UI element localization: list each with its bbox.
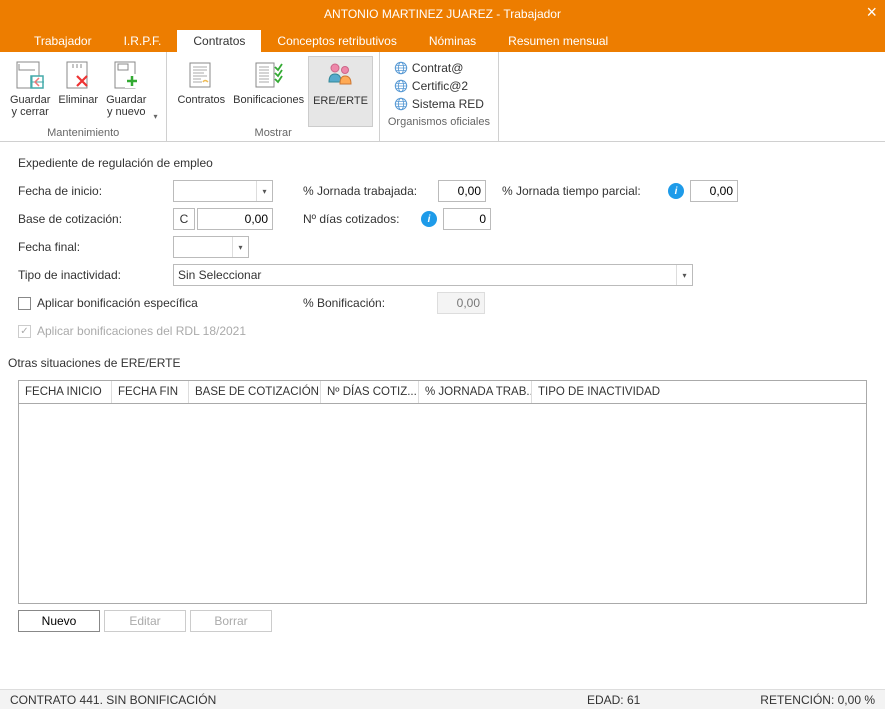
dropdown-icon[interactable]: ▾ xyxy=(232,237,248,257)
tab-irpf[interactable]: I.R.P.F. xyxy=(108,30,178,52)
jornada-trabajada-field[interactable] xyxy=(438,180,486,202)
bonificaciones-button[interactable]: Bonificaciones xyxy=(229,56,308,127)
aplicar-bonif-especifica-checkbox[interactable] xyxy=(18,297,31,310)
tab-conceptos[interactable]: Conceptos retributivos xyxy=(261,30,412,52)
aplicar-bonif-especifica-label: Aplicar bonificación específica xyxy=(37,296,198,310)
content-area: Expediente de regulación de empleo Fecha… xyxy=(0,142,885,632)
certifica-link[interactable]: Certific@2 xyxy=(394,78,484,94)
tab-trabajador[interactable]: Trabajador xyxy=(18,30,108,52)
fecha-inicio-label: Fecha de inicio: xyxy=(18,184,173,198)
status-retencion: RETENCIÓN: 0,00 % xyxy=(760,693,875,707)
status-contrato: CONTRATO 441. SIN BONIFICACIÓN xyxy=(10,693,216,707)
base-cotizacion-field[interactable] xyxy=(197,208,273,230)
globe-icon xyxy=(394,61,408,75)
group-label-mostrar: Mostrar xyxy=(173,127,372,140)
guardar-nuevo-dropdown[interactable]: ▾ xyxy=(150,56,160,127)
ere-erte-button[interactable]: ERE/ERTE xyxy=(308,56,373,127)
col-dias-cotiz[interactable]: Nº DÍAS COTIZ... xyxy=(321,381,419,403)
dropdown-icon[interactable]: ▾ xyxy=(676,265,692,285)
jornada-parcial-field[interactable] xyxy=(690,180,738,202)
bonificaciones-label: Bonificaciones xyxy=(233,94,304,106)
group-label-mantenimiento: Mantenimiento xyxy=(6,127,160,140)
col-fecha-inicio[interactable]: FECHA INICIO xyxy=(19,381,112,403)
bonificacion-field xyxy=(437,292,485,314)
tab-bar: Trabajador I.R.P.F. Contratos Conceptos … xyxy=(0,28,885,52)
ere-label: ERE/ERTE xyxy=(313,95,368,107)
editar-button: Editar xyxy=(104,610,186,632)
ribbon-group-organismos: Contrat@ Certific@2 Sistema RED Organism… xyxy=(380,52,499,141)
certifica-label: Certific@2 xyxy=(412,79,468,93)
section-title-expediente: Expediente de regulación de empleo xyxy=(18,156,867,170)
aplicar-bonif-rdl-label: Aplicar bonificaciones del RDL 18/2021 xyxy=(37,324,246,338)
save-new-icon xyxy=(109,58,143,92)
status-edad: EDAD: 61 xyxy=(587,693,640,707)
guardar-nuevo-label: Guardar y nuevo xyxy=(106,94,146,118)
ere-icon xyxy=(324,59,358,93)
group-label-organismos: Organismos oficiales xyxy=(386,116,492,129)
tipo-inactividad-label: Tipo de inactividad: xyxy=(18,268,173,282)
jornada-parcial-label: % Jornada tiempo parcial: xyxy=(502,184,662,198)
ribbon: Guardar y cerrar Eliminar Guardar y nuev… xyxy=(0,52,885,142)
col-jornada-trab[interactable]: % JORNADA TRAB... xyxy=(419,381,532,403)
aplicar-bonif-rdl-checkbox: ✓ xyxy=(18,325,31,338)
calc-button[interactable]: C xyxy=(173,208,195,230)
guardar-nuevo-button[interactable]: Guardar y nuevo xyxy=(102,56,150,127)
eliminar-button[interactable]: Eliminar xyxy=(54,56,102,127)
contratos-label: Contratos xyxy=(177,94,225,106)
close-icon[interactable]: × xyxy=(866,2,877,23)
dropdown-icon[interactable]: ▾ xyxy=(256,181,272,201)
status-bar: CONTRATO 441. SIN BONIFICACIÓN EDAD: 61 … xyxy=(0,689,885,709)
eliminar-label: Eliminar xyxy=(58,94,98,106)
tab-contratos[interactable]: Contratos xyxy=(177,30,261,52)
bonificacion-label: % Bonificación: xyxy=(303,296,403,310)
situaciones-grid[interactable]: FECHA INICIO FECHA FIN BASE DE COTIZACIÓ… xyxy=(18,380,867,604)
tipo-inactividad-field[interactable]: Sin Seleccionar ▾ xyxy=(173,264,693,286)
tab-nominas[interactable]: Nóminas xyxy=(413,30,492,52)
sistema-red-label: Sistema RED xyxy=(412,97,484,111)
contrata-label: Contrat@ xyxy=(412,61,464,75)
sistema-red-link[interactable]: Sistema RED xyxy=(394,96,484,112)
save-close-icon xyxy=(13,58,47,92)
bonificaciones-icon xyxy=(252,58,286,92)
globe-icon xyxy=(394,79,408,93)
col-base-cotizacion[interactable]: BASE DE COTIZACIÓN xyxy=(189,381,321,403)
info-icon[interactable]: i xyxy=(668,183,684,199)
info-icon[interactable]: i xyxy=(421,211,437,227)
tipo-inactividad-value: Sin Seleccionar xyxy=(174,268,676,282)
grid-header: FECHA INICIO FECHA FIN BASE DE COTIZACIÓ… xyxy=(19,381,866,404)
ribbon-group-mostrar: Contratos Bonificaciones ERE/ERTE Mostra… xyxy=(167,52,379,141)
jornada-trabajada-label: % Jornada trabajada: xyxy=(303,184,438,198)
globe-icon xyxy=(394,97,408,111)
window-title: ANTONIO MARTINEZ JUAREZ - Trabajador xyxy=(324,7,561,21)
base-cotizacion-label: Base de cotización: xyxy=(18,212,173,226)
delete-icon xyxy=(61,58,95,92)
fecha-final-label: Fecha final: xyxy=(18,240,173,254)
guardar-cerrar-button[interactable]: Guardar y cerrar xyxy=(6,56,54,127)
contratos-icon xyxy=(184,58,218,92)
contrata-link[interactable]: Contrat@ xyxy=(394,60,484,76)
borrar-button: Borrar xyxy=(190,610,272,632)
contratos-button[interactable]: Contratos xyxy=(173,56,229,127)
fecha-final-field[interactable]: ▾ xyxy=(173,236,249,258)
section-title-otras: Otras situaciones de ERE/ERTE xyxy=(8,356,867,370)
guardar-cerrar-label: Guardar y cerrar xyxy=(10,94,50,118)
dias-cotizados-label: Nº días cotizados: xyxy=(303,212,415,226)
dias-cotizados-field[interactable] xyxy=(443,208,491,230)
col-fecha-fin[interactable]: FECHA FIN xyxy=(112,381,189,403)
title-bar: ANTONIO MARTINEZ JUAREZ - Trabajador × xyxy=(0,0,885,28)
col-tipo-inactividad[interactable]: TIPO DE INACTIVIDAD xyxy=(532,381,866,403)
fecha-inicio-field[interactable]: ▾ xyxy=(173,180,273,202)
ribbon-group-mantenimiento: Guardar y cerrar Eliminar Guardar y nuev… xyxy=(0,52,167,141)
nuevo-button[interactable]: Nuevo xyxy=(18,610,100,632)
tab-resumen[interactable]: Resumen mensual xyxy=(492,30,624,52)
